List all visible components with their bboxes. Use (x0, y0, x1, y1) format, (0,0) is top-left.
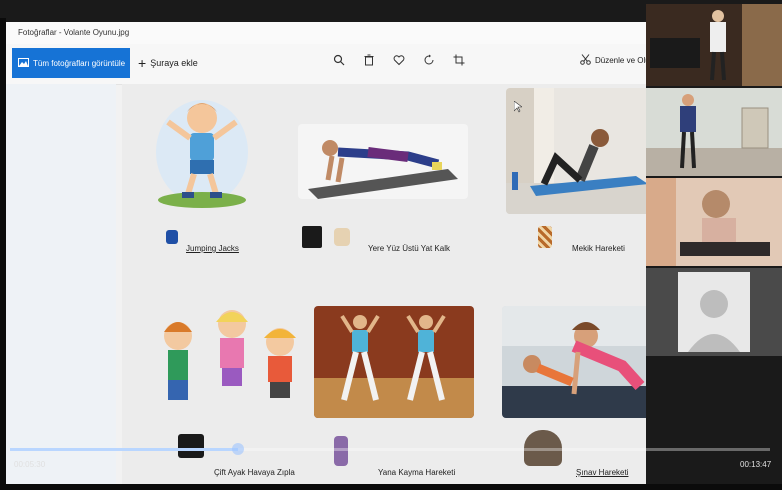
participant-video-3[interactable] (646, 178, 782, 266)
scarf-icon (334, 436, 348, 466)
push-up-kids-photo (502, 306, 646, 418)
shorts-icon (302, 226, 322, 248)
photos-app-window: Fotoğraflar - Volante Oyunu.jpg Tüm foto… (6, 4, 646, 484)
seek-bar-progress (10, 448, 238, 451)
participant-video-4[interactable] (646, 268, 782, 356)
view-all-photos-button[interactable]: Tüm fotoğrafları görüntüle (12, 48, 130, 78)
side-shuffle-illustration (314, 306, 474, 418)
video-total-time: 00:13:47 (740, 460, 772, 469)
shoe-icon (334, 228, 350, 246)
plank-exercise-photo (298, 124, 468, 199)
video-elapsed-time: 00:05:30 (14, 460, 46, 469)
edit-and-create-button[interactable]: Düzenle ve Olu (580, 54, 646, 67)
crunch-exercise-photo (506, 88, 646, 214)
jacket-icon (166, 230, 178, 244)
exercise-label-push-up-lie-down: Yere Yüz Üstü Yat Kalk (368, 244, 450, 253)
view-all-photos-label: Tüm fotoğrafları görüntüle (33, 58, 126, 68)
tshirt-icon (178, 434, 204, 458)
plus-icon: + (138, 55, 147, 71)
participant-video-1[interactable] (646, 4, 782, 86)
jumping-jacks-illustration (152, 90, 252, 210)
photos-icon (18, 57, 29, 69)
exercise-label-double-jump: Çift Ayak Havaya Zıpla (214, 468, 295, 477)
zoom-icon[interactable] (332, 54, 346, 70)
window-titlebar: Fotoğraflar - Volante Oyunu.jpg (6, 22, 646, 44)
favorite-heart-icon[interactable] (392, 54, 406, 70)
window-title: Fotoğraflar - Volante Oyunu.jpg (18, 28, 130, 37)
crop-icon[interactable] (452, 54, 466, 70)
exercise-label-side-slide: Yana Kayma Hareketi (378, 468, 456, 477)
video-seek-bar[interactable] (10, 443, 770, 455)
socks-icon (538, 226, 552, 248)
exercise-slide-image: Jumping Jacks Yere Yüz Üstü Yat Kalk Mek… (122, 84, 646, 484)
exercise-label-push-up: Şınav Hareketi (576, 468, 629, 477)
edit-and-create-label: Düzenle ve Olu (595, 56, 646, 65)
add-to-label: Şuraya ekle (150, 58, 198, 68)
participant-video-2[interactable] (646, 88, 782, 176)
seek-bar-handle[interactable] (232, 443, 244, 455)
avatar-placeholder-icon (678, 272, 750, 352)
left-panel (6, 84, 116, 484)
participants-panel (646, 4, 782, 484)
mouse-cursor-icon (513, 100, 523, 118)
jumping-kids-illustration (158, 306, 308, 424)
exercise-label-sit-up: Mekik Hareketi (572, 244, 625, 253)
add-to-button[interactable]: + Şuraya ekle (138, 52, 198, 74)
delete-icon[interactable] (362, 54, 376, 70)
window-top-band (6, 4, 646, 22)
exercise-label-jumping-jacks: Jumping Jacks (186, 244, 239, 253)
toolbar-icons (332, 54, 466, 70)
scissors-icon (580, 54, 591, 67)
rotate-icon[interactable] (422, 54, 436, 70)
photos-toolbar: Tüm fotoğrafları görüntüle + Şuraya ekle (6, 44, 646, 85)
